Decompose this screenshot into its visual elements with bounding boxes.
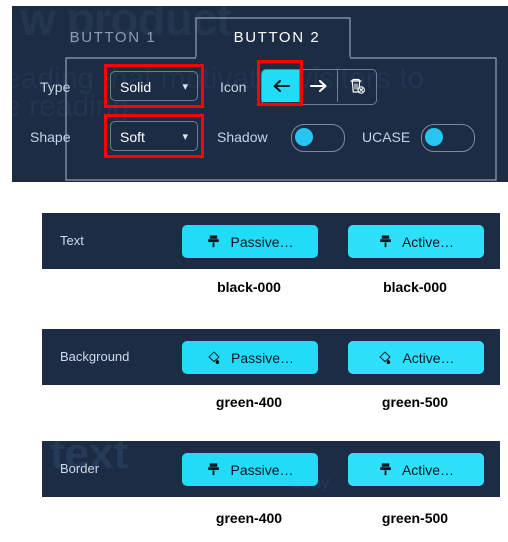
text-active-caption: black-000 [383, 279, 447, 295]
type-select-value: Solid [120, 79, 152, 95]
shadow-toggle[interactable] [291, 124, 345, 152]
background-active-button[interactable]: Active… [348, 341, 484, 374]
border-active-button[interactable]: Active… [348, 453, 484, 486]
background-passive-label: Passive… [230, 349, 295, 366]
brush-icon [208, 235, 220, 248]
arrow-left-icon-button[interactable] [262, 70, 300, 102]
brush-icon [380, 235, 391, 248]
color-row-border: text Copy Border Passive… Active… [42, 441, 500, 497]
arrow-left-icon [272, 79, 290, 93]
text-passive-label: Passive… [230, 233, 294, 250]
shape-label: Shape [30, 129, 71, 145]
paint-bucket-icon [208, 351, 220, 364]
delete-trash-icon-button[interactable] [338, 70, 376, 102]
border-active-caption: green-500 [381, 510, 449, 526]
icon-segmented-control [261, 69, 377, 105]
ucase-toggle[interactable] [421, 124, 475, 152]
ucase-label: UCASE [362, 129, 411, 145]
border-passive-label: Passive… [230, 461, 294, 478]
border-passive-button[interactable]: Passive… [182, 453, 318, 486]
delete-trash-icon [350, 78, 365, 94]
color-row-background: Background Passive… Active… [42, 329, 500, 385]
row-label-background: Background [60, 349, 130, 364]
chevron-down-icon: ▾ [182, 131, 188, 143]
row-label-border: Border [60, 461, 100, 476]
background-passive-caption: green-400 [215, 394, 283, 410]
settings-fields: Type Solid ▾ Icon Shape Soft ▾ Shadow UC… [12, 60, 508, 162]
background-active-label: Active… [402, 349, 455, 366]
text-active-label: Active… [401, 233, 455, 250]
arrow-right-icon [309, 79, 327, 93]
text-active-button[interactable]: Active… [348, 225, 484, 258]
arrow-right-icon-button[interactable] [300, 70, 338, 102]
ucase-toggle-knob [425, 128, 443, 146]
text-passive-caption: black-000 [217, 279, 281, 295]
button-settings-panel: w product eading that motivates visitors… [12, 6, 508, 182]
shadow-label: Shadow [217, 129, 268, 145]
background-active-caption: green-500 [381, 394, 449, 410]
background-passive-button[interactable]: Passive… [182, 341, 318, 374]
paint-bucket-icon [379, 351, 392, 364]
brush-icon [380, 463, 391, 476]
text-passive-button[interactable]: Passive… [182, 225, 318, 258]
border-active-label: Active… [401, 461, 455, 478]
icon-label: Icon [220, 79, 247, 95]
type-label: Type [40, 79, 71, 95]
brush-icon [208, 463, 220, 476]
tab-bar: BUTTON 1 BUTTON 2 [12, 10, 508, 62]
settings-row-shape: Shape Soft ▾ Shadow UCASE [12, 112, 508, 162]
shape-select-value: Soft [120, 129, 145, 145]
color-row-text: Text Passive… Active… [42, 213, 500, 269]
type-select[interactable]: Solid ▾ [110, 71, 198, 101]
chevron-down-icon: ▾ [182, 81, 188, 93]
shadow-toggle-knob [295, 128, 313, 146]
tab-button-2[interactable]: BUTTON 2 [196, 18, 358, 58]
border-passive-caption: green-400 [215, 510, 283, 526]
tab-button-1[interactable]: BUTTON 1 [30, 18, 196, 58]
row-label-text: Text [60, 233, 84, 248]
settings-row-type: Type Solid ▾ Icon [12, 60, 508, 112]
shape-select[interactable]: Soft ▾ [110, 121, 198, 151]
